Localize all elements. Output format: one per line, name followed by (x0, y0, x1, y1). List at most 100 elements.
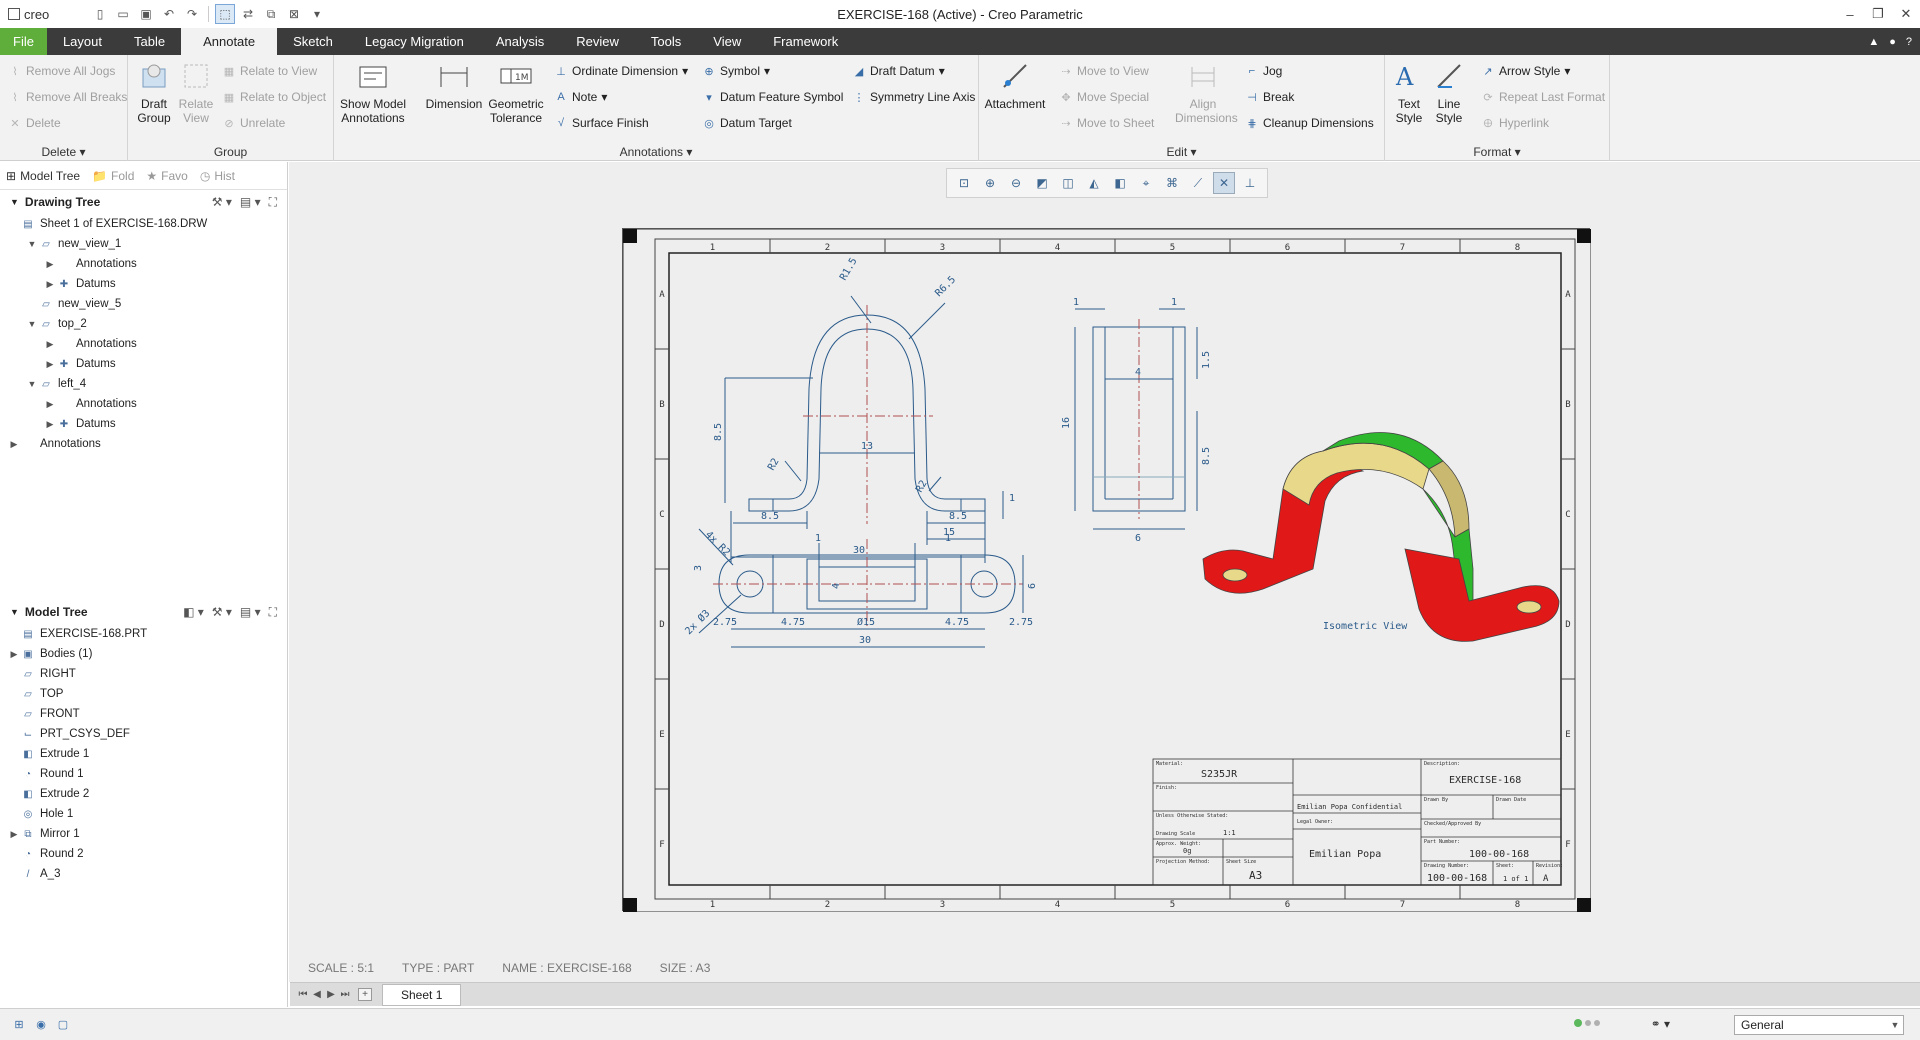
tree-node[interactable]: ▼ ▱ new_view_1 (0, 234, 287, 254)
tree-node[interactable]: ◧ Extrude 1 (0, 744, 287, 764)
delete-group-label[interactable]: Delete ▾ (0, 145, 127, 159)
collapse-ribbon-icon[interactable]: ▲ (1868, 36, 1879, 48)
move-special-button[interactable]: ✥ Move Special (1059, 85, 1149, 109)
tree-node[interactable]: ◔ Round 1 (0, 764, 287, 784)
tab-file[interactable]: File (0, 28, 47, 55)
drawing-tree-header[interactable]: ▼ Drawing Tree ⚒ ▾ ▤ ▾ ⛶ (0, 190, 287, 214)
delete-button[interactable]: ✕ Delete (8, 111, 60, 135)
collapse-icon[interactable]: ▼ (10, 607, 19, 617)
unrelate-button[interactable]: ⊘ Unrelate (222, 111, 285, 135)
tree-node[interactable]: ◔ Round 2 (0, 844, 287, 864)
dim-text[interactable]: 30 (853, 545, 865, 556)
selection-filter[interactable]: General ▼ (1734, 1015, 1904, 1035)
tab-layout[interactable]: Layout (47, 28, 118, 55)
tab-analysis[interactable]: Analysis (480, 28, 560, 55)
dim-text[interactable]: 4 (831, 583, 842, 589)
tree-columns-icon[interactable]: ▤ ▾ (240, 605, 261, 620)
edit-group-label[interactable]: Edit ▾ (979, 145, 1384, 159)
prev-sheet-icon[interactable]: ◀ (310, 989, 324, 1000)
tree-node[interactable]: ◧ Extrude 2 (0, 784, 287, 804)
saved-orientations-icon[interactable]: ◭ (1083, 172, 1105, 194)
tree-node[interactable]: ▱ TOP (0, 684, 287, 704)
dim-text[interactable]: Ø15 (857, 616, 875, 628)
tree-node[interactable]: ◎ Hole 1 (0, 804, 287, 824)
expand-arrow-icon[interactable]: ▶ (44, 259, 56, 270)
tree-settings-icon[interactable]: ⚒ ▾ (212, 605, 232, 620)
tree-settings-icon[interactable]: ⚒ ▾ (212, 195, 232, 210)
arrow-style-button[interactable]: ↗ Arrow Style ▾ (1481, 59, 1570, 83)
tb-material[interactable]: S235JR (1201, 769, 1238, 780)
tab-legacy-migration[interactable]: Legacy Migration (349, 28, 480, 55)
cleanup-dimensions-button[interactable]: ⋕ Cleanup Dimensions (1245, 111, 1373, 135)
note-button[interactable]: A Note ▾ (554, 85, 607, 109)
remove-all-breaks-button[interactable]: ⌇ Remove All Breaks (8, 85, 127, 109)
collapse-arrow-icon[interactable]: ▼ (26, 379, 38, 389)
csys-display-icon[interactable]: ⊥ (1239, 172, 1261, 194)
close-window-icon[interactable]: ⊠ (284, 4, 304, 24)
dim-text[interactable]: 1.5 (1201, 351, 1212, 369)
next-sheet-icon[interactable]: ▶ (324, 989, 338, 1000)
tab-folder-browser[interactable]: 📁 Fold (92, 169, 134, 183)
tab-framework[interactable]: Framework (757, 28, 854, 55)
tab-sketch[interactable]: Sketch (277, 28, 349, 55)
draft-datum-button[interactable]: ◢ Draft Datum ▾ (852, 59, 945, 83)
sheet-tab[interactable]: Sheet 1 (382, 983, 462, 1006)
repeat-last-format-button[interactable]: ⟳ Repeat Last Format (1481, 85, 1605, 109)
tree-node[interactable]: ▶ Annotations (0, 394, 287, 414)
tree-node[interactable]: ▶ ✚ Datums (0, 414, 287, 434)
tree-node[interactable]: ⌙ PRT_CSYS_DEF (0, 724, 287, 744)
expand-arrow-icon[interactable]: ▶ (44, 339, 56, 350)
tab-tools[interactable]: Tools (635, 28, 697, 55)
tab-view[interactable]: View (697, 28, 757, 55)
tree-node[interactable]: ▶ Annotations (0, 254, 287, 274)
datum-target-button[interactable]: ◎ Datum Target (702, 111, 792, 135)
datum-display-icon[interactable]: ⌖ (1135, 172, 1157, 194)
symmetry-line-axis-button[interactable]: ⋮ Symmetry Line Axis (852, 85, 976, 109)
tree-node[interactable]: ▤ Sheet 1 of EXERCISE-168.DRW (0, 214, 287, 234)
text-style-button[interactable]: A Text Style (1389, 59, 1429, 125)
datum-feature-symbol-button[interactable]: ▾ Datum Feature Symbol (702, 85, 843, 109)
tb-author[interactable]: Emilian Popa (1309, 849, 1381, 860)
collapse-arrow-icon[interactable]: ▼ (26, 319, 38, 329)
expand-arrow-icon[interactable]: ▶ (8, 649, 20, 660)
relate-to-view-button[interactable]: ▦ Relate to View (222, 59, 317, 83)
tree-node[interactable]: ▱ RIGHT (0, 664, 287, 684)
drawing-sheet[interactable]: 1122334455667788AABBCCDDEEFF R1.5 R6.5 1… (622, 228, 1591, 912)
add-sheet-icon[interactable]: + (358, 988, 372, 1001)
collapse-arrow-icon[interactable]: ▼ (26, 239, 38, 249)
tab-table[interactable]: Table (118, 28, 181, 55)
repaint-icon[interactable]: ◩ (1031, 172, 1053, 194)
dim-text[interactable]: 8.5 (761, 511, 779, 522)
dim-text[interactable]: 13 (861, 441, 873, 452)
tab-annotate[interactable]: Annotate (181, 28, 278, 55)
expand-arrow-icon[interactable]: ▶ (8, 439, 20, 450)
customize-dropdown-icon[interactable]: ▾ (307, 4, 327, 24)
show-icon[interactable]: ◧ ▾ (183, 605, 204, 620)
attachment-button[interactable]: Attachment (985, 59, 1045, 111)
tb-weight[interactable]: 0g (1183, 847, 1191, 855)
tree-node[interactable]: / A_3 (0, 864, 287, 884)
zoom-in-icon[interactable]: ⊕ (979, 172, 1001, 194)
dim-text[interactable]: 3 (693, 565, 704, 571)
dim-text[interactable]: 1 (1171, 297, 1177, 308)
browser-toggle-icon[interactable]: ◉ (30, 1016, 52, 1034)
last-sheet-icon[interactable]: ⏭ (338, 989, 352, 1000)
show-model-annotations-button[interactable]: Show Model Annotations (338, 59, 408, 125)
annotations-group-label[interactable]: Annotations ▾ (334, 145, 978, 159)
refit-icon[interactable]: ⊡ (953, 172, 975, 194)
draft-group-button[interactable]: Draft Group (134, 59, 174, 125)
tb-sheet-size[interactable]: A3 (1249, 869, 1262, 882)
tree-columns-icon[interactable]: ▤ ▾ (240, 195, 261, 210)
tb-sheet[interactable]: 1 of 1 (1503, 875, 1528, 883)
full-screen-icon[interactable]: ▢ (52, 1016, 74, 1034)
tab-history[interactable]: ◷ Hist (200, 169, 235, 183)
tree-node[interactable]: ▱ new_view_5 (0, 294, 287, 314)
dim-text[interactable]: 2.75 (1009, 617, 1033, 628)
tree-node[interactable]: ▶ Annotations (0, 434, 287, 454)
symbol-button[interactable]: ⊕ Symbol ▾ (702, 59, 770, 83)
tb-revision[interactable]: A (1543, 874, 1549, 884)
move-to-sheet-button[interactable]: ⇢ Move to Sheet (1059, 111, 1154, 135)
tb-scale[interactable]: 1:1 (1223, 829, 1236, 837)
plane-display-icon[interactable]: ✕ (1213, 172, 1235, 194)
undo-icon[interactable]: ↶ (159, 4, 179, 24)
